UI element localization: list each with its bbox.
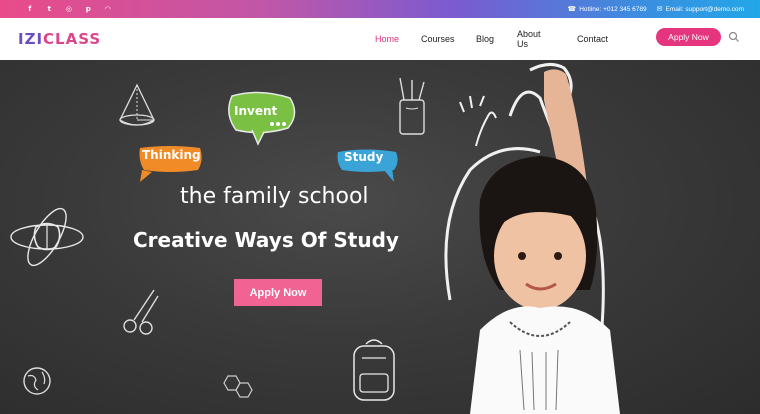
girl-photo xyxy=(444,63,620,414)
twitter-icon[interactable]: t xyxy=(40,0,60,18)
invent-label: Invent xyxy=(234,104,278,118)
brain-doodle-icon xyxy=(10,207,84,267)
backpack-doodle-icon xyxy=(353,339,395,401)
hero-apply-button[interactable]: Apply Now xyxy=(234,279,322,306)
thinking-label: Thinking xyxy=(142,148,201,162)
instagram-icon[interactable]: ◎ xyxy=(59,0,79,18)
nav-item-about-us[interactable]: About Us xyxy=(517,29,541,49)
nav-item-blog[interactable]: Blog xyxy=(476,34,494,44)
cone-doodle-icon xyxy=(119,83,155,126)
study-label: Study xyxy=(344,150,384,164)
hero-tagline: the family school xyxy=(180,184,369,209)
nav-item-courses[interactable]: Courses xyxy=(421,34,455,44)
social-links: f t ◎ p ◠ xyxy=(20,0,118,18)
search-icon[interactable] xyxy=(728,31,740,43)
pencil-cup-doodle-icon xyxy=(399,77,425,135)
hero-headline: Creative Ways Of Study xyxy=(133,228,399,252)
envelope-icon: ✉ xyxy=(656,5,663,13)
top-bar: f t ◎ p ◠ ☎ Hotline: +012 345 6789 ✉ Ema… xyxy=(0,0,760,18)
email-text: Email: support@demo.com xyxy=(665,5,745,13)
main-nav: IZICLASS Home Courses Blog About Us Cont… xyxy=(0,18,760,60)
email[interactable]: ✉ Email: support@demo.com xyxy=(657,5,744,13)
nav-item-contact[interactable]: Contact xyxy=(577,34,608,44)
pinterest-icon[interactable]: p xyxy=(79,0,99,18)
site-logo[interactable]: IZICLASS xyxy=(18,30,101,48)
nav-item-home[interactable]: Home xyxy=(375,34,399,44)
logo-part-2: CLASS xyxy=(43,30,102,48)
molecule-doodle-icon xyxy=(223,375,253,398)
invent-bubble xyxy=(228,91,296,146)
facebook-icon[interactable]: f xyxy=(20,0,40,18)
hotline[interactable]: ☎ Hotline: +012 345 6789 xyxy=(567,5,646,13)
logo-part-1: IZI xyxy=(18,30,44,48)
hero-section: Invent Thinking Study the family school … xyxy=(0,60,760,414)
hotline-text: Hotline: +012 345 6789 xyxy=(579,5,647,13)
rss-icon[interactable]: ◠ xyxy=(98,0,118,18)
nav-apply-button[interactable]: Apply Now xyxy=(656,28,721,46)
scissors-doodle-icon xyxy=(123,289,159,335)
phone-icon: ☎ xyxy=(567,5,577,13)
contact-info: ☎ Hotline: +012 345 6789 ✉ Email: suppor… xyxy=(567,5,744,13)
globe-doodle-icon xyxy=(23,367,51,395)
